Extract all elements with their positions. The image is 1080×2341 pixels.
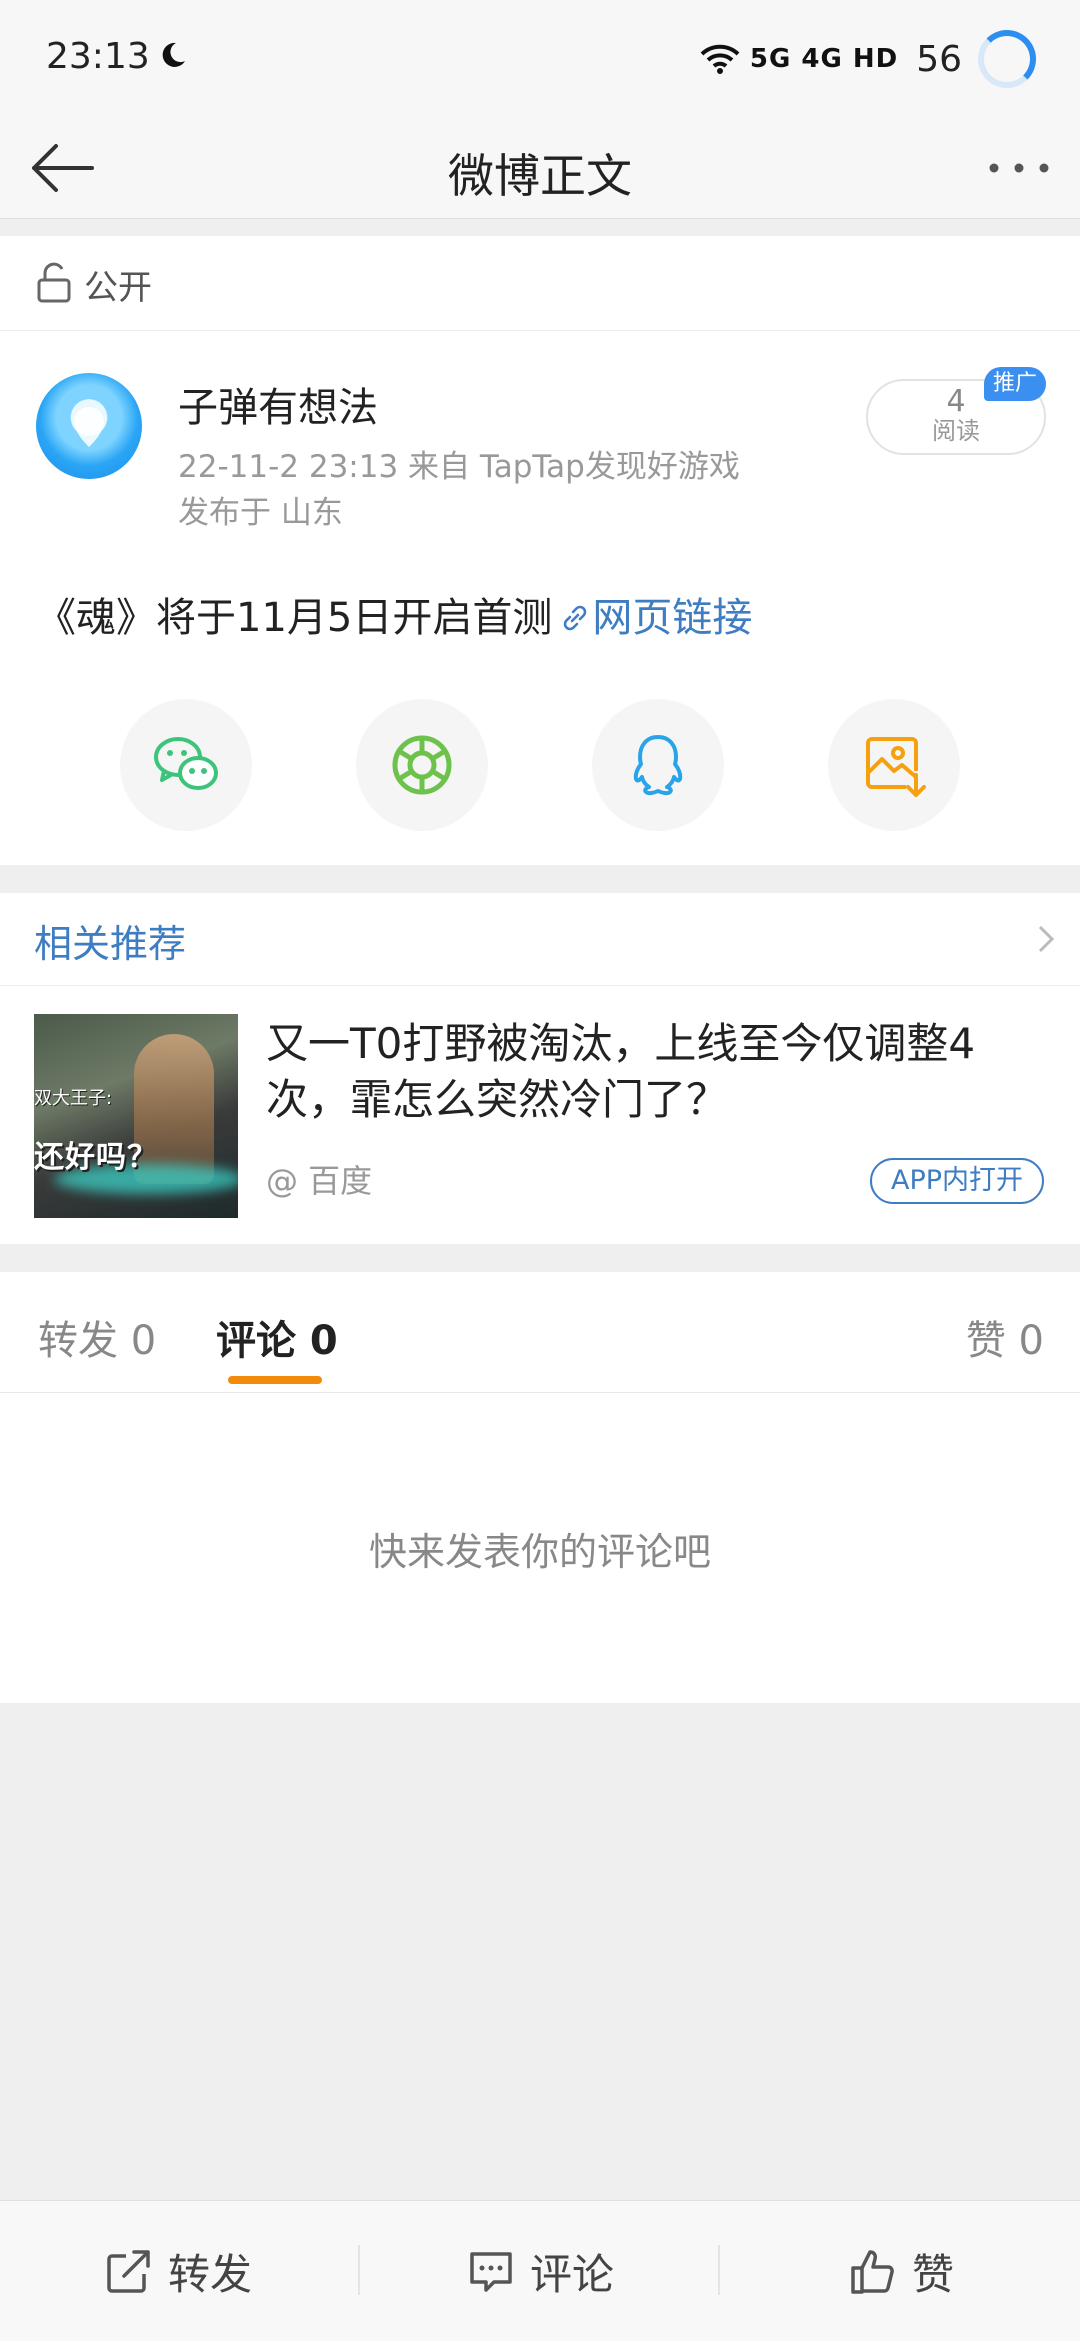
wifi-icon [700,44,740,74]
related-title: 相关推荐 [34,922,187,966]
thumbs-up-icon [851,2250,894,2294]
status-bar: 23:13 5G 4G HD 56 [0,0,1080,118]
nav-bar: 微博正文 [0,118,1080,219]
interaction-tabs: 转发 0 评论 0 赞 0 [0,1272,1080,1393]
visibility-label: 公开 [84,268,152,308]
moments-icon [392,735,452,795]
read-label: 阅读 [932,417,980,445]
tab-like[interactable]: 赞 0 [966,1308,1044,1366]
pin-icon [74,407,104,447]
related-article[interactable]: 双大王子: 还好吗？ 又一T0打野被淘汰，上线至今仅调整4次，霏怎么突然冷门了？… [0,986,1080,1244]
unlock-icon [37,262,71,303]
tab-repost[interactable]: 转发 0 [38,1308,156,1366]
wechat-icon [154,737,218,790]
moon-icon [162,42,185,67]
post-location: 发布于 山东 [178,495,343,531]
empty-comments-text: 快来发表你的评论吧 [368,1530,711,1574]
chevron-right-icon [1038,925,1055,953]
post-text: 《魂》将于11月5日开启首测 网页链接 [36,585,752,643]
related-header[interactable]: 相关推荐 [0,893,1080,986]
save-image-icon [866,737,926,797]
repost-icon [107,2250,150,2293]
article-thumbnail: 双大王子: 还好吗？ [34,1014,238,1218]
share-qq-button[interactable] [592,699,724,831]
bottom-action-bar: 转发 评论 赞 [0,2200,1080,2341]
like-label: 赞 [912,2249,955,2299]
more-icon[interactable] [984,142,1054,194]
article-source: @ 百度 [266,1162,373,1200]
open-in-app-button[interactable]: APP内打开 [870,1158,1044,1204]
thumbnail-caption-top: 双大王子: [34,1088,113,1109]
battery-ring-icon [978,30,1036,88]
repost-button[interactable]: 转发 [104,2201,252,2341]
post-card: 子弹有想法 22-11-2 23:13 来自 TapTap发现好游戏 发布于 山… [0,331,1080,865]
post-meta: 22-11-2 23:13 来自 TapTap发现好游戏 [178,449,740,485]
divider [358,2245,360,2295]
link-icon[interactable] [558,601,592,635]
comment-label: 评论 [530,2249,615,2299]
share-wechat-button[interactable] [120,699,252,831]
save-image-button[interactable] [828,699,960,831]
web-link[interactable]: 网页链接 [592,595,752,641]
post-body: 《魂》将于11月5日开启首测 [36,595,553,641]
visibility-row: 公开 [0,236,1080,331]
avatar[interactable] [36,373,142,479]
thumbnail-caption: 还好吗？ [34,1140,158,1175]
article-headline[interactable]: 又一T0打野被淘汰，上线至今仅调整4次，霏怎么突然冷门了？ [266,1016,1046,1128]
promo-badge[interactable]: 推广 [984,367,1046,401]
repost-label: 转发 [168,2249,253,2299]
comment-icon [470,2252,512,2292]
comments-empty-state: 快来发表你的评论吧 [0,1393,1080,1703]
qq-icon [633,735,683,796]
tab-comment[interactable]: 评论 0 [216,1308,338,1366]
author-name[interactable]: 子弹有想法 [178,375,378,433]
comment-button[interactable]: 评论 [466,2201,614,2341]
page-title: 微博正文 [448,149,632,203]
like-button[interactable]: 赞 [848,2201,954,2341]
status-time: 23:13 [46,36,150,77]
status-indicators: 5G 4G HD 56 [700,24,1036,94]
network-type: 5G 4G HD [749,44,899,74]
battery-level: 56 [916,38,962,80]
active-tab-indicator [228,1376,322,1384]
divider [718,2245,720,2295]
share-moments-button[interactable] [356,699,488,831]
